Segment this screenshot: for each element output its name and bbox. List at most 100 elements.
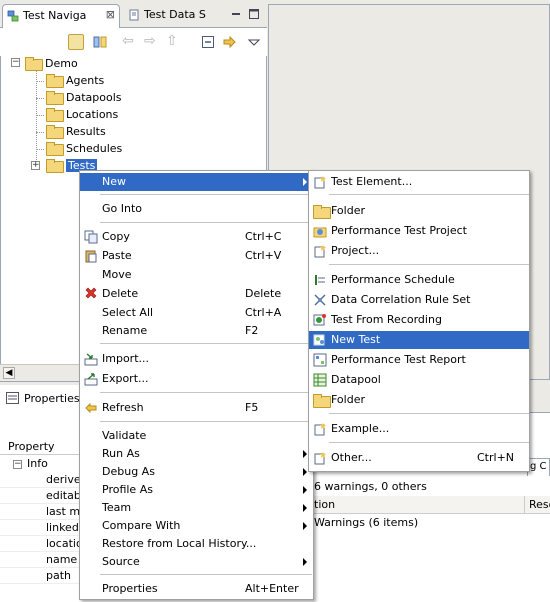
submenu-item-example[interactable]: Example... [309,420,529,438]
menu-item-label: Refresh [102,401,144,414]
submenu-item-other[interactable]: Other... Ctrl+N [309,449,529,467]
scroll-left-icon[interactable]: ◀ [3,367,15,379]
menu-item-label: Properties [102,582,158,595]
new-project-icon [314,245,326,258]
menu-item-copy[interactable]: Copy Ctrl+C [80,228,313,246]
submenu-item-folder-2[interactable]: Folder [309,391,529,409]
submenu-item-performance-schedule[interactable]: Performance Schedule [309,271,529,289]
menu-item-label: Folder [331,204,365,217]
property-name: name [46,553,78,566]
tree-item-label: Locations [66,108,119,121]
menu-item-export[interactable]: Export... [80,370,313,388]
menu-separator [329,194,529,195]
tab-test-data-sources[interactable]: Test Data S [124,4,228,28]
menu-item-label: Export... [102,372,149,385]
menu-item-debug-as[interactable]: Debug As [80,463,313,481]
menu-item-label: Run As [102,447,140,460]
property-column-header: Property [8,440,55,453]
problems-summary: 6 warnings, 0 others [310,478,550,496]
recording-icon [313,314,326,326]
menu-item-properties[interactable]: Properties Alt+Enter [80,580,313,598]
property-name: linked [46,521,79,534]
submenu-item-datapool[interactable]: Datapool [309,371,529,389]
menu-separator [100,392,312,393]
submenu-item-test-element[interactable]: Test Element... [309,173,529,191]
menu-item-team[interactable]: Team [80,499,313,517]
menu-item-source[interactable]: Source [80,553,313,571]
submenu-arrow-icon [303,522,307,530]
column-resource[interactable]: Reso [524,496,550,514]
submenu-item-project[interactable]: Project... [309,242,529,260]
tree-guide-line [36,132,44,133]
submenu-item-new-test[interactable]: New Test [309,331,529,349]
tab-problems[interactable]: g C [527,458,550,476]
tree-item-demo[interactable]: Demo [25,55,78,72]
submenu-item-folder[interactable]: Folder [309,202,529,220]
tree-item-datapools[interactable]: Datapools [46,89,122,106]
menu-item-restore-local-history[interactable]: Restore from Local History... [80,535,313,553]
report-icon [313,353,327,367]
submenu-item-data-correlation-rule-set[interactable]: Data Correlation Rule Set [309,291,529,309]
expand-toggle[interactable]: + [31,161,40,170]
folder-icon [46,108,64,122]
tree-item-schedules[interactable]: Schedules [46,140,122,157]
menu-item-delete[interactable]: Delete Delete [80,285,313,303]
submenu-item-performance-test-report[interactable]: Performance Test Report [309,351,529,369]
tree-item-locations[interactable]: Locations [46,106,118,123]
menu-item-compare-with[interactable]: Compare With [80,517,313,535]
up-arrow-icon[interactable]: ⇧ [166,34,182,50]
menu-item-shortcut: Ctrl+N [477,451,515,464]
forward-arrow-icon[interactable]: ⇨ [144,34,160,50]
tree-item-label: Schedules [66,142,123,155]
menu-item-paste[interactable]: Paste Ctrl+V [80,247,313,265]
tab-properties[interactable]: Properties [0,385,82,413]
menu-item-new[interactable]: New [80,173,313,191]
project-icon [313,227,327,238]
menu-item-label: Data Correlation Rule Set [331,293,471,306]
tab-label: Properties [24,392,80,405]
properties-icon [6,392,19,404]
link-with-editor-icon[interactable] [222,34,238,50]
menu-item-import[interactable]: Import... [80,350,313,368]
menu-item-rename[interactable]: Rename F2 [80,322,313,340]
menu-item-label: Performance Test Report [331,353,466,366]
close-icon[interactable]: ⊠ [106,8,115,21]
menu-item-select-all[interactable]: Select All Ctrl+A [80,304,313,322]
menu-item-refresh[interactable]: Refresh F5 [80,399,313,417]
submenu-arrow-icon [303,468,307,476]
view-menu-icon[interactable] [246,34,262,50]
menu-item-run-as[interactable]: Run As [80,445,313,463]
new-element-icon [314,176,326,189]
link-editor-icon[interactable] [92,34,108,50]
menu-item-profile-as[interactable]: Profile As [80,481,313,499]
menu-separator [100,421,312,422]
menu-item-label: Team [102,501,132,514]
column-description[interactable]: tion [314,496,335,514]
folder-icon [313,205,331,219]
maximize-icon[interactable] [248,8,260,20]
copy-icon [84,230,98,244]
menu-item-label: Select All [102,306,154,319]
menu-separator [329,413,529,414]
menu-separator [329,442,529,443]
collapse-toggle[interactable]: − [13,460,22,469]
tree-item-agents[interactable]: Agents [46,72,104,89]
tab-test-navigator[interactable]: Test Naviga ⊠ [2,4,120,28]
menu-item-label: Example... [331,422,390,435]
tree-item-results[interactable]: Results [46,123,106,140]
collapse-toggle[interactable]: − [11,58,20,67]
submenu-item-performance-test-project[interactable]: Performance Test Project [309,222,529,240]
menu-item-validate[interactable]: Validate [80,427,313,445]
minimize-icon[interactable] [230,8,242,20]
collapse-all-icon[interactable] [200,34,216,50]
submenu-item-test-from-recording[interactable]: Test From Recording [309,311,529,329]
menu-item-go-into[interactable]: Go Into [80,200,313,218]
open-folder-icon [25,57,43,71]
menu-item-move[interactable]: Move [80,266,313,284]
show-files-icon[interactable] [68,34,84,50]
problems-row-warnings[interactable]: Warnings (6 items) [310,514,550,532]
menu-item-label: Performance Test Project [331,224,467,237]
menu-item-shortcut: Ctrl+V [245,249,282,262]
tree-item-label: Results [66,125,106,138]
back-arrow-icon[interactable]: ⇦ [122,34,138,50]
